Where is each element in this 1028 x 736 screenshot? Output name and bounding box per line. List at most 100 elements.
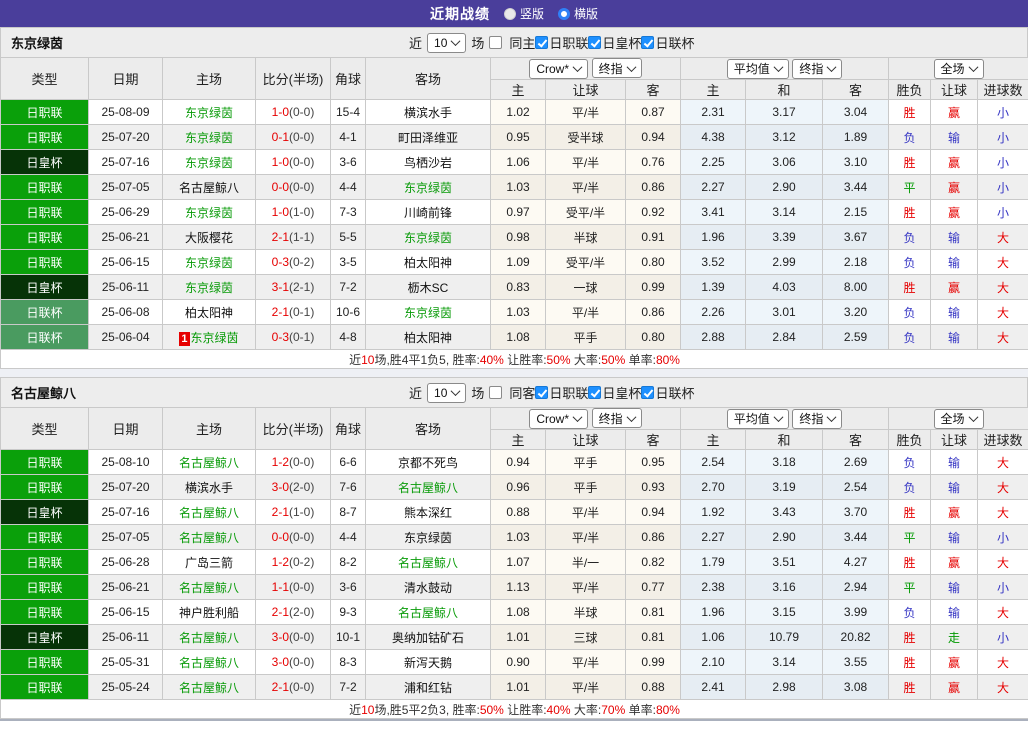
away-team-link[interactable]: 浦和红钻 [365, 674, 491, 700]
away-team-link[interactable]: 东京绿茵 [365, 224, 491, 250]
table-row: 日职联 25-08-09 东京绿茵 1-0(0-0) 15-4 横滨水手 1.0… [0, 99, 1028, 125]
match-date: 25-06-11 [88, 624, 163, 650]
home-team-link[interactable]: 柏太阳神 [162, 299, 256, 325]
home-team-link[interactable]: 1 东京绿茵 [162, 324, 256, 350]
match-date: 25-06-11 [88, 274, 163, 300]
result-cell: 胜 [888, 549, 932, 575]
home-team-link[interactable]: 神户胜利船 [162, 599, 256, 625]
league-checkbox-league-cup[interactable]: 日联杯 [641, 33, 694, 52]
league-checkbox-league-cup[interactable]: 日联杯 [641, 383, 694, 402]
handicap-result-cell: 输 [930, 324, 979, 350]
away-team-link[interactable]: 名古屋鲸八 [365, 549, 491, 575]
average-time-select[interactable]: 终指 [792, 408, 843, 429]
home-team-link[interactable]: 名古屋鲸八 [162, 574, 256, 600]
radio-horizontal-label: 横版 [574, 7, 599, 21]
filters: 近 10 场 同客 日职联 日皇杯 日联杯 [409, 382, 694, 403]
away-team-link[interactable]: 清水鼓动 [365, 574, 491, 600]
match-type: 日职联 [0, 574, 89, 600]
match-type: 日职联 [0, 549, 89, 575]
home-team-link[interactable]: 名古屋鲸八 [162, 174, 256, 200]
goals-result-cell: 大 [977, 274, 1028, 300]
match-count-select[interactable]: 10 [427, 382, 467, 403]
match-date: 25-06-15 [88, 249, 163, 275]
away-team-link[interactable]: 东京绿茵 [365, 524, 491, 550]
odds-home-cell: 1.02 [490, 99, 546, 125]
home-team-link[interactable]: 东京绿茵 [162, 149, 256, 175]
home-team-link[interactable]: 名古屋鲸八 [162, 524, 256, 550]
home-team-link[interactable]: 大阪樱花 [162, 224, 256, 250]
league-checkbox-emperors-cup[interactable]: 日皇杯 [588, 383, 641, 402]
summary-text: 近10场,胜5平2负3, 胜率:50% 让胜率:40% 大率:70% 单率:80… [349, 702, 680, 717]
home-team-link[interactable]: 东京绿茵 [162, 99, 256, 125]
handicap-result-cell: 走 [930, 624, 979, 650]
result-cell: 胜 [888, 674, 932, 700]
result-cell: 胜 [888, 499, 932, 525]
away-team-link[interactable]: 鸟栖沙岩 [365, 149, 491, 175]
table-row: 日职联 25-06-29 东京绿茵 1-0(1-0) 7-3 川崎前锋 0.97… [0, 199, 1028, 225]
home-team-link[interactable]: 东京绿茵 [162, 249, 256, 275]
away-team-link[interactable]: 柏太阳神 [365, 249, 491, 275]
radio-vertical-layout[interactable]: 竖版 [503, 5, 544, 22]
handicap-result-cell: 赢 [930, 149, 979, 175]
away-team-link[interactable]: 熊本深红 [365, 499, 491, 525]
goals-result-cell: 大 [977, 449, 1028, 475]
radio-horizontal-layout[interactable]: 横版 [558, 5, 598, 22]
subcol-goals: 进球数 [977, 79, 1028, 100]
avg-draw-cell: 3.51 [745, 549, 824, 575]
corner-cell: 10-1 [330, 624, 366, 650]
same-venue-checkbox[interactable]: 同主 [489, 33, 535, 52]
chevron-down-icon [450, 386, 461, 397]
bookmaker-select[interactable]: Crow* [529, 408, 589, 429]
fullmatch-select[interactable]: 全场 [933, 58, 984, 79]
header-controls-row: 类型 日期 主场 比分(半场) 角球 客场 Crow* 终指 平均值 终指 全场 [0, 407, 1028, 450]
home-team-link[interactable]: 横滨水手 [162, 474, 256, 500]
away-team-link[interactable]: 名古屋鲸八 [365, 599, 491, 625]
corner-cell: 15-4 [330, 99, 366, 125]
away-team-link[interactable]: 名古屋鲸八 [365, 474, 491, 500]
home-team-link[interactable]: 名古屋鲸八 [162, 449, 256, 475]
same-venue-checkbox[interactable]: 同客 [489, 383, 535, 402]
chevron-down-icon [572, 412, 583, 423]
avg-away-cell: 3.70 [822, 499, 890, 525]
home-team-link[interactable]: 东京绿茵 [162, 124, 256, 150]
home-team-link[interactable]: 广岛三箭 [162, 549, 256, 575]
odds-home-cell: 0.83 [490, 274, 546, 300]
home-team-link[interactable]: 名古屋鲸八 [162, 649, 256, 675]
away-team-link[interactable]: 横滨水手 [365, 99, 491, 125]
home-team-link[interactable]: 名古屋鲸八 [162, 624, 256, 650]
home-team-link[interactable]: 名古屋鲸八 [162, 674, 256, 700]
league-checkbox-emperors-cup[interactable]: 日皇杯 [588, 33, 641, 52]
average-select[interactable]: 平均值 [726, 408, 789, 429]
table-row: 日职联 25-06-21 大阪樱花 2-1(1-1) 5-5 东京绿茵 0.98… [0, 224, 1028, 250]
away-team-link[interactable]: 新泻天鹅 [365, 649, 491, 675]
league-checkbox-j1[interactable]: 日职联 [535, 33, 588, 52]
odds-time-select[interactable]: 终指 [591, 408, 642, 429]
average-time-select[interactable]: 终指 [792, 58, 843, 79]
away-team-link[interactable]: 町田泽维亚 [365, 124, 491, 150]
fullmatch-select[interactable]: 全场 [933, 408, 984, 429]
home-team-link[interactable]: 东京绿茵 [162, 274, 256, 300]
home-team-link[interactable]: 名古屋鲸八 [162, 499, 256, 525]
match-date: 25-07-20 [88, 124, 163, 150]
section-filter-bar: 名古屋鲸八 近 10 场 同客 日职联 日皇杯 日联杯 [0, 377, 1028, 407]
away-team-link[interactable]: 枥木SC [365, 274, 491, 300]
avg-home-cell: 2.54 [680, 449, 747, 475]
corner-cell: 5-5 [330, 224, 366, 250]
away-team-link[interactable]: 京都不死鸟 [365, 449, 491, 475]
col-date: 日期 [88, 407, 163, 450]
table-row: 日职联 25-07-20 东京绿茵 0-1(0-0) 4-1 町田泽维亚 0.9… [0, 124, 1028, 150]
col-type: 类型 [0, 57, 89, 100]
match-type: 日职联 [0, 674, 89, 700]
score-cell: 1-0(0-0) [255, 99, 331, 125]
away-team-link[interactable]: 柏太阳神 [365, 324, 491, 350]
away-team-link[interactable]: 川崎前锋 [365, 199, 491, 225]
home-team-link[interactable]: 东京绿茵 [162, 199, 256, 225]
match-count-select[interactable]: 10 [427, 32, 467, 53]
odds-time-select[interactable]: 终指 [591, 58, 642, 79]
bookmaker-select[interactable]: Crow* [529, 58, 589, 79]
away-team-link[interactable]: 东京绿茵 [365, 299, 491, 325]
away-team-link[interactable]: 奥纳加钴矿石 [365, 624, 491, 650]
away-team-link[interactable]: 东京绿茵 [365, 174, 491, 200]
league-checkbox-j1[interactable]: 日职联 [535, 383, 588, 402]
average-select[interactable]: 平均值 [726, 58, 789, 79]
